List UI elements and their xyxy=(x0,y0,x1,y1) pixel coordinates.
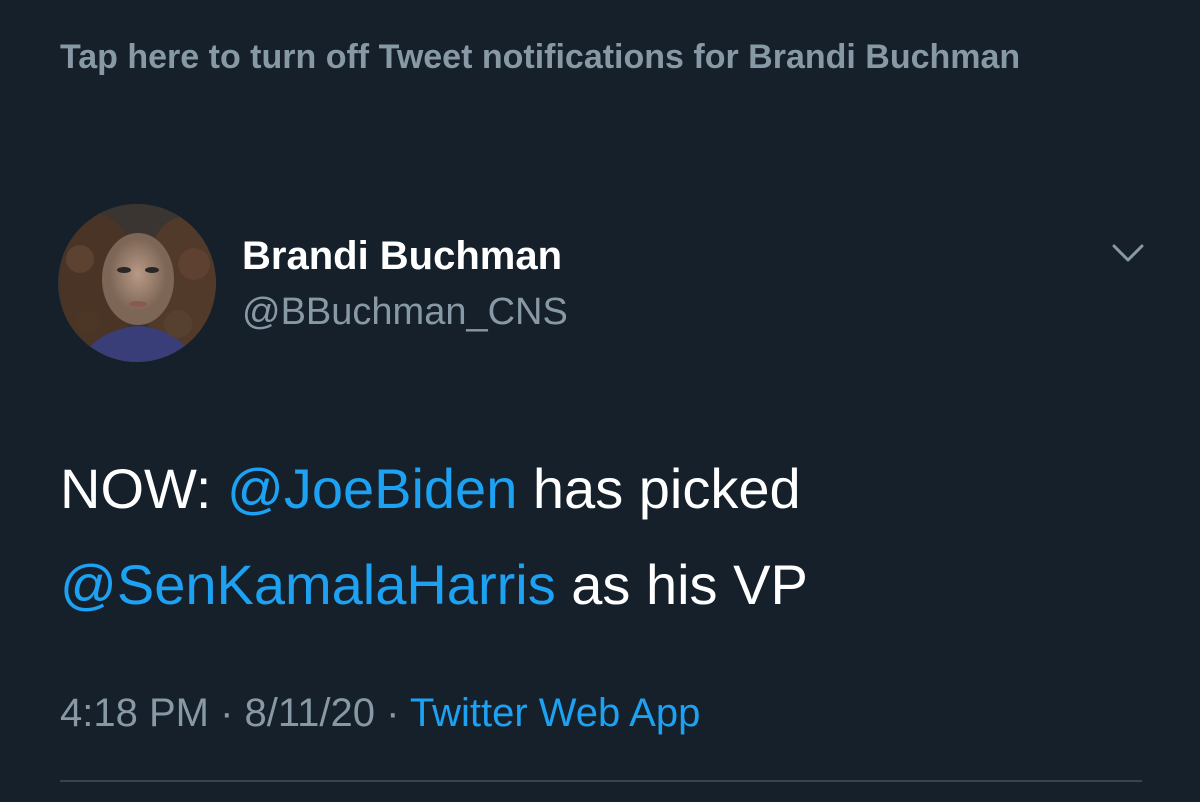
tweet-text-middle: has picked xyxy=(517,457,801,520)
meta-separator: · xyxy=(208,691,245,735)
mention-link-joebiden[interactable]: @JoeBiden xyxy=(227,457,517,520)
notification-toggle-banner[interactable]: Tap here to turn off Tweet notifications… xyxy=(60,34,1060,80)
author-display-name[interactable]: Brandi Buchman xyxy=(242,232,562,280)
profile-photo xyxy=(58,204,216,362)
author-handle[interactable]: @BBuchman_CNS xyxy=(242,289,568,335)
tweet-text-suffix: as his VP xyxy=(555,553,808,616)
mention-link-senkamalaharris[interactable]: @SenKamalaHarris xyxy=(60,553,556,616)
tweet-detail-screen: Tap here to turn off Tweet notifications… xyxy=(0,0,1200,802)
tweet-text: NOW: @JoeBiden has picked @SenKamalaHarr… xyxy=(60,441,1140,633)
tweet-date[interactable]: 8/11/20 xyxy=(245,691,376,735)
avatar[interactable] xyxy=(58,204,216,362)
tweet-source-link[interactable]: Twitter Web App xyxy=(410,691,701,735)
meta-separator: · xyxy=(375,691,410,735)
divider xyxy=(60,780,1142,782)
tweet-time[interactable]: 4:18 PM xyxy=(60,691,209,735)
tweet-meta: 4:18 PM · 8/11/20 · Twitter Web App xyxy=(60,687,700,739)
tweet-text-prefix: NOW: xyxy=(60,457,227,520)
chevron-down-icon[interactable] xyxy=(1106,236,1150,272)
